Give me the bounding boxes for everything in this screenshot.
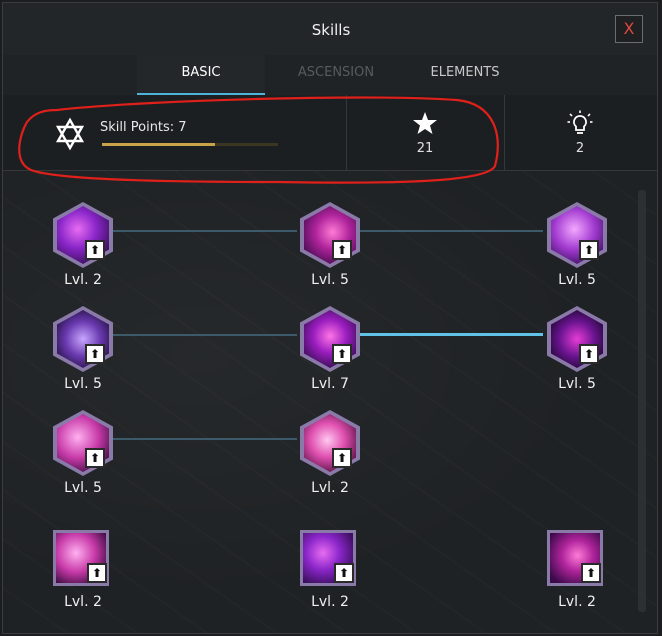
skills-window: Skills X BASIC ASCENSION ELEMENTS Skill …	[2, 2, 658, 634]
upgrade-arrow-icon[interactable]: ⬆	[85, 344, 105, 364]
tab-elements[interactable]: ELEMENTS	[403, 55, 527, 93]
scrollbar[interactable]	[638, 190, 646, 612]
skill-connector	[111, 438, 297, 440]
window-title: Skills	[311, 21, 351, 39]
skill-level-label: Lvl. 2	[64, 272, 102, 288]
tab-bar: BASIC ASCENSION ELEMENTS	[3, 55, 657, 96]
skill-node[interactable]: ⬆	[300, 306, 360, 372]
upgrade-arrow-icon[interactable]: ⬆	[87, 563, 107, 583]
tab-ascension[interactable]: ASCENSION	[271, 55, 401, 93]
skill-node[interactable]: ⬆	[53, 202, 113, 268]
skill-level-label: Lvl. 5	[64, 376, 102, 392]
skill-node[interactable]: ⬆	[547, 530, 607, 596]
skill-connector	[111, 334, 297, 336]
skill-node[interactable]: ⬆	[547, 306, 607, 372]
upgrade-arrow-icon[interactable]: ⬆	[334, 563, 354, 583]
skill-node[interactable]: ⬆	[53, 410, 113, 476]
ideas-value: 2	[575, 141, 585, 156]
skill-level-label: Lvl. 5	[558, 376, 596, 392]
skill-node[interactable]: ⬆	[547, 202, 607, 268]
upgrade-arrow-icon[interactable]: ⬆	[332, 240, 352, 260]
skill-node[interactable]: ⬆	[300, 410, 360, 476]
title-bar: Skills X	[3, 3, 657, 56]
skill-level-label: Lvl. 5	[558, 272, 596, 288]
skill-node[interactable]: ⬆	[300, 530, 360, 596]
tab-basic[interactable]: BASIC	[137, 55, 265, 95]
skill-node[interactable]: ⬆	[53, 530, 113, 596]
lightbulb-icon	[567, 110, 593, 134]
skill-level-label: Lvl. 7	[311, 376, 349, 392]
skill-level-label: Lvl. 2	[64, 594, 102, 610]
skill-connector	[359, 230, 543, 232]
close-button[interactable]: X	[615, 15, 643, 43]
upgrade-arrow-icon[interactable]: ⬆	[579, 240, 599, 260]
skill-level-label: Lvl. 2	[558, 594, 596, 610]
upgrade-arrow-icon[interactable]: ⬆	[332, 344, 352, 364]
stats-divider	[504, 95, 505, 170]
skill-level-label: Lvl. 2	[311, 594, 349, 610]
upgrade-arrow-icon[interactable]: ⬆	[332, 448, 352, 468]
skill-connector-active	[359, 333, 543, 336]
skill-node[interactable]: ⬆	[53, 306, 113, 372]
skill-connector	[111, 230, 297, 232]
red-annotation-outline	[18, 96, 499, 184]
upgrade-arrow-icon[interactable]: ⬆	[85, 240, 105, 260]
skill-level-label: Lvl. 5	[311, 272, 349, 288]
upgrade-arrow-icon[interactable]: ⬆	[581, 563, 601, 583]
upgrade-arrow-icon[interactable]: ⬆	[85, 448, 105, 468]
skill-level-label: Lvl. 2	[311, 480, 349, 496]
upgrade-arrow-icon[interactable]: ⬆	[579, 344, 599, 364]
skill-level-label: Lvl. 5	[64, 480, 102, 496]
skill-node[interactable]: ⬆	[300, 202, 360, 268]
